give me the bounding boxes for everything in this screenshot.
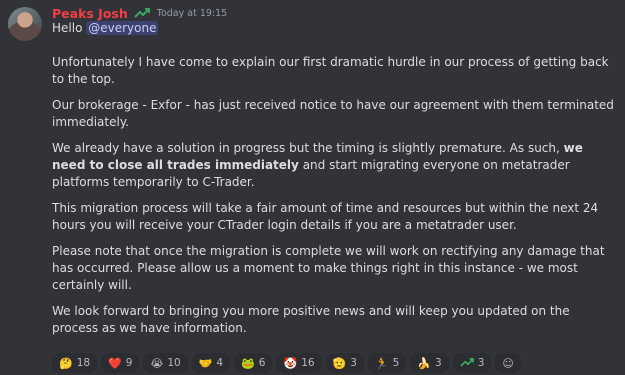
running-person-icon: 🏃 xyxy=(374,356,389,370)
red-heart-icon: ❤️ xyxy=(108,356,122,370)
saluting-face-icon: 🫡 xyxy=(332,356,347,370)
reaction-salute[interactable]: 🫡 3 xyxy=(325,353,364,373)
add-reaction-button[interactable]: ☺ xyxy=(495,353,521,373)
reaction-thinking[interactable]: 🤔 18 xyxy=(52,353,98,373)
reaction-green-arrow[interactable]: 3 xyxy=(452,353,492,373)
thinking-face-icon: 🤔 xyxy=(59,356,73,370)
reaction-heart[interactable]: ❤️ 9 xyxy=(101,353,140,373)
author-name[interactable]: Peaks Josh xyxy=(52,6,128,21)
reaction-crying[interactable]: 😭 10 xyxy=(143,353,188,373)
reaction-count: 3 xyxy=(435,357,442,369)
reaction-handshake[interactable]: 🤝 4 xyxy=(191,353,231,373)
green-arrow-icon xyxy=(459,357,474,369)
paragraph-1: Unfortunately I have come to explain our… xyxy=(52,55,609,86)
reactions-bar: 🤔 18 ❤️ 9 😭 10 🤝 4 🐸 6 🤡 16 🫡 3 🏃 5 🍌 3 … xyxy=(52,353,521,373)
frog-icon: 🐸 xyxy=(241,356,255,370)
message-header: Peaks Josh Today at 19:15 xyxy=(52,5,227,21)
reaction-count: 16 xyxy=(301,357,315,369)
paragraph-3: We already have a solution in progress b… xyxy=(52,140,618,191)
reaction-count: 18 xyxy=(76,357,91,369)
crying-face-icon: 😭 xyxy=(150,356,164,370)
clown-face-icon: 🤡 xyxy=(283,356,298,370)
paragraph-6: We look forward to bringing you more pos… xyxy=(52,304,570,335)
handshake-icon: 🤝 xyxy=(198,356,213,370)
reaction-count: 4 xyxy=(216,357,224,369)
banana-icon: 🍌 xyxy=(417,356,432,370)
reaction-count: 3 xyxy=(350,357,357,369)
green-arrow-icon xyxy=(134,8,150,18)
timestamp[interactable]: Today at 19:15 xyxy=(157,8,227,19)
paragraph-5: Please note that once the migration is c… xyxy=(52,244,605,292)
reaction-count: 10 xyxy=(167,357,181,369)
avatar[interactable] xyxy=(8,7,42,41)
everyone-mention[interactable]: @everyone xyxy=(86,21,159,35)
greeting-text: Hello xyxy=(52,21,83,35)
message-content: Hello @everyone Unfortunately I have com… xyxy=(52,20,618,346)
reaction-count: 3 xyxy=(477,357,485,369)
reaction-clown[interactable]: 🤡 16 xyxy=(276,353,322,373)
add-reaction-smiley-icon: ☺ xyxy=(502,356,514,370)
reaction-count: 9 xyxy=(125,357,133,369)
paragraph-4: This migration process will take a fair … xyxy=(52,201,599,232)
paragraph-3-start: We already have a solution in progress b… xyxy=(52,141,560,155)
reaction-runner[interactable]: 🏃 5 xyxy=(367,353,407,373)
reaction-frog[interactable]: 🐸 6 xyxy=(234,353,273,373)
paragraph-2: Our brokerage - Exfor - has just receive… xyxy=(52,98,614,129)
reaction-count: 5 xyxy=(392,357,400,369)
reaction-count: 6 xyxy=(258,357,266,369)
reaction-banana[interactable]: 🍌 3 xyxy=(410,353,449,373)
greeting-line: Hello @everyone xyxy=(52,20,618,37)
chat-message: Peaks Josh Today at 19:15 Hello @everyon… xyxy=(0,0,625,375)
